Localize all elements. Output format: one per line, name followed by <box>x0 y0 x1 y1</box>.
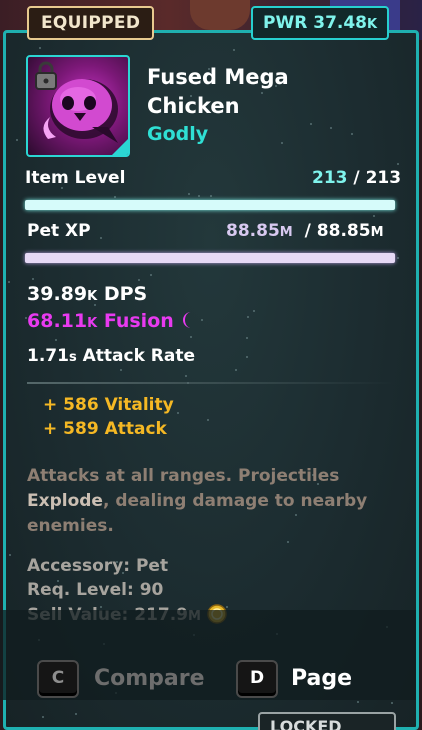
item-name: Fused Mega Chicken <box>147 65 289 118</box>
crescent-moon-icon <box>183 312 192 328</box>
power-value: 37.48 <box>313 13 368 33</box>
description-text: Attacks at all ranges. Projectiles <box>27 466 340 486</box>
pet-xp-current-suffix: M <box>279 225 293 240</box>
pet-xp-value: 88.85M / 88.85M <box>226 221 384 241</box>
texture-speck <box>75 713 77 715</box>
dps-value: 39.89 <box>27 283 88 305</box>
pet-xp-separator: / <box>304 221 311 241</box>
texture-speck <box>246 337 248 339</box>
required-level: Req. Level: 90 <box>27 580 163 600</box>
page-button[interactable]: Page <box>291 666 352 691</box>
texture-speck <box>138 279 140 281</box>
texture-speck <box>357 701 359 703</box>
texture-speck <box>310 123 312 125</box>
fusion-value: 68.11 <box>27 310 88 332</box>
texture-speck <box>247 316 249 318</box>
item-level-bar-fill <box>25 200 395 210</box>
portrait-corner-mark <box>112 139 128 155</box>
attack-rate-suffix: s <box>68 350 77 365</box>
texture-speck <box>185 375 187 377</box>
dps-suffix: K <box>87 289 98 304</box>
pet-xp-current: 88.85 <box>226 221 280 241</box>
pet-xp-label: Pet XP <box>27 221 91 241</box>
texture-speck <box>233 49 235 51</box>
texture-speck <box>201 319 203 321</box>
power-suffix: K <box>367 17 378 32</box>
dps-stat: 39.89K DPS <box>27 283 147 305</box>
padlock-icon <box>35 61 57 90</box>
texture-speck <box>207 419 209 421</box>
item-rarity: Godly <box>147 123 209 145</box>
texture-speck <box>246 356 248 358</box>
fusion-suffix: K <box>87 316 98 331</box>
background-decor <box>190 0 250 30</box>
texture-speck <box>100 237 102 239</box>
texture-speck <box>32 278 34 280</box>
texture-speck <box>281 142 283 144</box>
texture-speck <box>198 195 200 197</box>
locked-tag: LOCKED <box>258 712 396 730</box>
texture-speck <box>9 554 11 556</box>
stat-attack: + 589 Attack <box>43 419 167 439</box>
texture-speck <box>351 133 353 135</box>
item-type: Accessory: Pet <box>27 556 168 576</box>
pet-xp-bar <box>25 253 395 263</box>
texture-speck <box>188 193 190 195</box>
texture-speck <box>397 257 399 259</box>
dps-label: DPS <box>103 283 148 305</box>
texture-speck <box>391 702 393 704</box>
item-level-value: 213 / 213 <box>312 168 401 188</box>
item-level-max: 213 <box>365 168 402 188</box>
texture-speck <box>210 195 212 197</box>
attack-rate-label: Attack Rate <box>82 346 196 366</box>
texture-speck <box>150 274 152 276</box>
description-keyword: Explode <box>27 491 103 511</box>
texture-speck <box>39 47 41 49</box>
fusion-label: Fusion <box>103 310 174 332</box>
equipped-label: EQUIPPED <box>41 13 141 33</box>
item-description: Attacks at all ranges. Projectiles Explo… <box>27 464 387 539</box>
item-level-separator: / <box>353 168 360 188</box>
texture-speck <box>235 369 237 371</box>
texture-speck <box>190 336 192 338</box>
item-type-label: Accessory: <box>27 556 131 576</box>
texture-speck <box>16 139 18 141</box>
locked-label: LOCKED <box>270 717 342 730</box>
page-key-hint[interactable]: D <box>236 660 278 698</box>
texture-speck <box>330 127 332 129</box>
texture-speck <box>8 281 10 283</box>
texture-speck <box>120 369 122 371</box>
fusion-stat: 68.11K Fusion <box>27 310 196 332</box>
texture-speck <box>177 412 179 414</box>
power-label: PWR <box>263 13 308 33</box>
attack-rate-value: 1.71 <box>27 346 69 366</box>
section-divider <box>27 382 395 384</box>
required-level-label: Req. Level: <box>27 580 134 600</box>
required-level-value: 90 <box>139 580 164 600</box>
compare-button[interactable]: Compare <box>94 666 205 691</box>
pet-xp-max: 88.85 <box>316 221 371 241</box>
item-type-value: Pet <box>135 556 169 576</box>
attack-rate-stat: 1.71s Attack Rate <box>27 346 195 366</box>
item-level-current: 213 <box>312 168 348 188</box>
stat-vitality: + 586 Vitality <box>43 395 174 415</box>
pet-xp-bar-fill <box>25 253 395 263</box>
texture-speck <box>397 163 399 165</box>
texture-speck <box>253 310 255 312</box>
power-tag: PWR 37.48K <box>251 6 390 40</box>
compare-key-hint[interactable]: C <box>37 660 79 698</box>
item-level-label: Item Level <box>25 168 126 188</box>
texture-speck <box>287 541 289 543</box>
pet-xp-max-suffix: M <box>370 225 384 240</box>
texture-speck <box>373 215 375 217</box>
texture-speck <box>42 716 44 718</box>
item-level-bar <box>25 200 395 210</box>
equipped-tag: EQUIPPED <box>27 6 155 40</box>
texture-speck <box>55 339 57 341</box>
pet-portrait <box>26 55 130 157</box>
texture-speck <box>114 196 116 198</box>
